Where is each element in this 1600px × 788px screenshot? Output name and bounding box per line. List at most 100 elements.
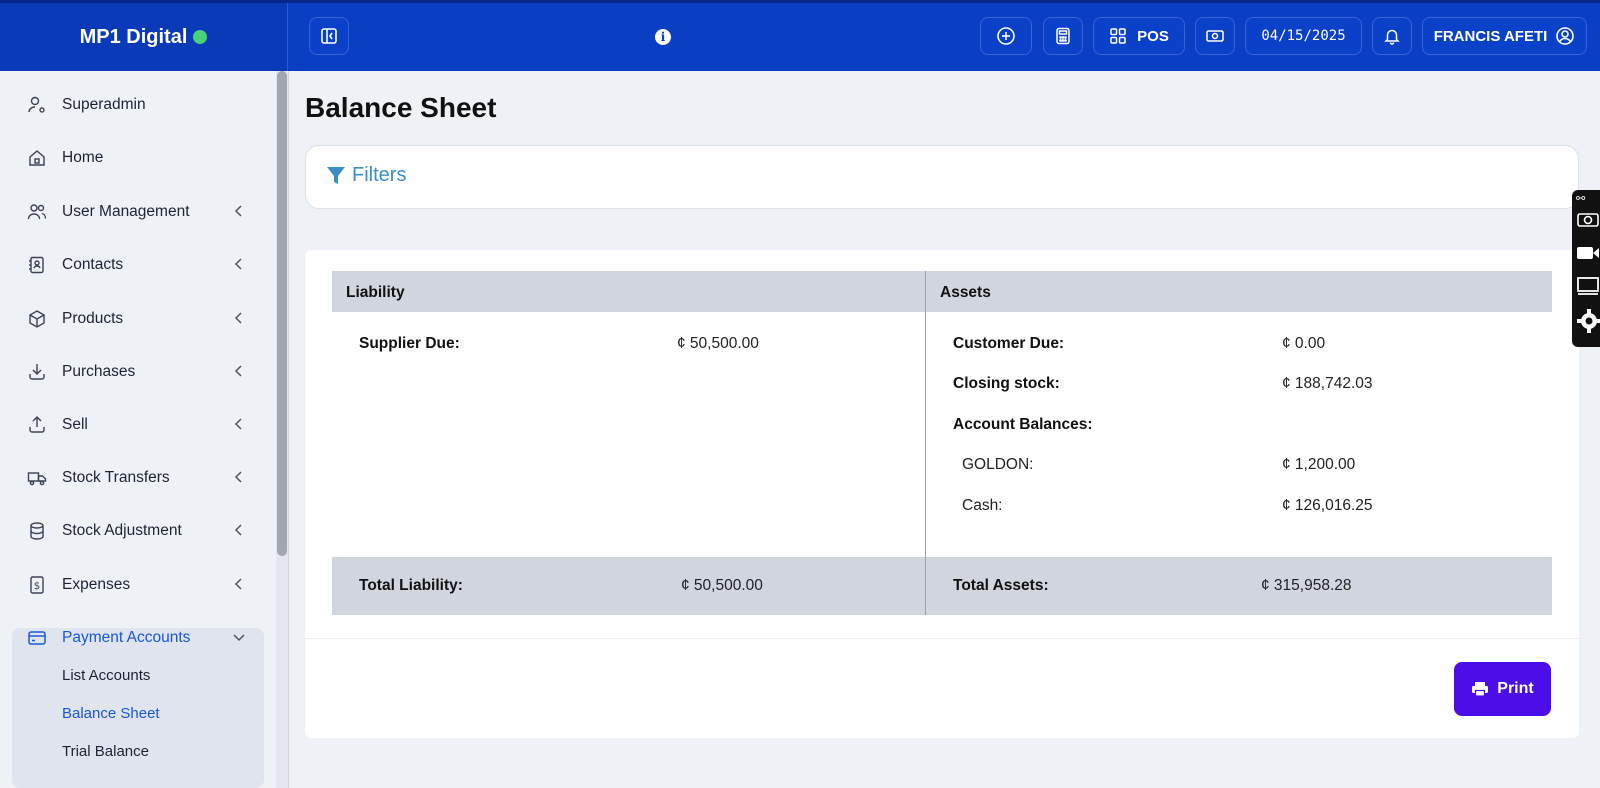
add-button[interactable] xyxy=(980,17,1032,55)
customer-due-value: ¢ 0.00 xyxy=(1282,335,1326,352)
user-name: FRANCIS AFETI xyxy=(1433,27,1548,45)
truck-icon xyxy=(26,467,48,489)
chevron-left-icon xyxy=(234,258,242,270)
gear-icon[interactable] xyxy=(1576,308,1600,339)
floating-toolbar: ⚯ xyxy=(1572,190,1600,347)
filters-label: Filters xyxy=(352,164,407,186)
table-header: Liability Assets xyxy=(332,271,1552,312)
chevron-left-icon xyxy=(234,524,242,536)
sidebar-item-purchases[interactable]: Purchases xyxy=(0,352,276,392)
sidebar-item-label: Stock Adjustment xyxy=(62,522,182,539)
brand-logo[interactable]: MP1 Digital xyxy=(0,3,288,71)
sidebar-divider xyxy=(288,71,289,788)
table-footer: Total Liability: ¢ 50,500.00 Total Asset… xyxy=(332,557,1552,615)
user-menu-button[interactable]: FRANCIS AFETI xyxy=(1422,17,1587,55)
sidebar-item-stock-adjustment[interactable]: Stock Adjustment xyxy=(0,511,276,551)
camera-icon[interactable] xyxy=(1576,210,1600,233)
account-value: ¢ 1,200.00 xyxy=(1282,456,1356,473)
sidebar-subitem-balance-sheet[interactable]: Balance Sheet xyxy=(62,705,160,722)
print-label: Print xyxy=(1497,680,1534,697)
sidebar-item-label: Sell xyxy=(62,416,88,433)
closing-stock-value: ¢ 188,742.03 xyxy=(1282,375,1373,392)
online-status-dot xyxy=(193,30,208,44)
chevron-left-icon xyxy=(234,578,242,590)
pos-label: POS xyxy=(1137,27,1169,45)
calculator-button[interactable] xyxy=(1043,17,1083,55)
liability-header: Liability xyxy=(346,284,405,301)
sidebar-item-label: User Management xyxy=(62,203,190,220)
account-name: Cash: xyxy=(962,497,1003,514)
account-name: GOLDON: xyxy=(962,456,1034,473)
sidebar-item-expenses[interactable]: $ Expenses xyxy=(0,565,276,605)
sidebar-item-label: Home xyxy=(62,149,104,166)
column-divider xyxy=(925,271,926,615)
sidebar-scrollbar[interactable] xyxy=(276,71,288,788)
total-assets-value: ¢ 315,958.28 xyxy=(1261,577,1352,594)
calculator-icon xyxy=(1056,27,1070,45)
credit-card-icon xyxy=(26,627,48,649)
chevron-down-icon xyxy=(233,634,245,642)
grid-icon xyxy=(1110,28,1126,44)
sidebar-subitem-list-accounts[interactable]: List Accounts xyxy=(62,667,150,684)
filters-panel[interactable]: Filters xyxy=(305,145,1579,209)
dollar-file-icon: $ xyxy=(26,574,48,596)
sidebar-item-label: Purchases xyxy=(62,363,136,380)
sidebar-item-contacts[interactable]: Contacts xyxy=(0,245,276,285)
video-icon[interactable] xyxy=(1576,244,1600,267)
sidebar-item-label: Payment Accounts xyxy=(62,629,191,646)
sidebar-item-label: Expenses xyxy=(62,576,131,593)
account-value: ¢ 126,016.25 xyxy=(1282,497,1373,514)
sidebar-item-sell[interactable]: Sell xyxy=(0,405,276,445)
total-assets-label: Total Assets: xyxy=(953,577,1049,594)
sidebar-item-user-management[interactable]: User Management xyxy=(0,192,276,232)
money-icon xyxy=(1206,30,1224,42)
sidebar-toggle-button[interactable] xyxy=(309,17,349,55)
chevron-left-icon xyxy=(234,205,242,217)
sidebar-item-label: Contacts xyxy=(62,256,124,273)
box-icon xyxy=(26,308,48,330)
sidebar-subitem-trial-balance[interactable]: Trial Balance xyxy=(62,743,149,760)
sidebar-item-stock-transfers[interactable]: Stock Transfers xyxy=(0,458,276,498)
cash-register-button[interactable] xyxy=(1195,17,1235,55)
current-date: 04/15/2025 xyxy=(1261,28,1346,44)
address-book-icon xyxy=(26,254,48,276)
sidebar-item-label: Products xyxy=(62,310,124,327)
screen-icon[interactable] xyxy=(1576,276,1600,301)
balance-sheet-card: Liability Assets Supplier Due: ¢ 50,500.… xyxy=(305,250,1579,738)
link-icon[interactable]: ⚯ xyxy=(1576,192,1585,205)
sidebar-item-label: Stock Transfers xyxy=(62,469,170,486)
pos-button[interactable]: POS xyxy=(1093,17,1185,55)
total-liability-value: ¢ 50,500.00 xyxy=(681,577,763,594)
chevron-left-icon xyxy=(234,312,242,324)
supplier-due-value: ¢ 50,500.00 xyxy=(677,335,759,352)
user-cog-icon xyxy=(26,94,48,116)
chevron-left-icon xyxy=(234,471,242,483)
plus-circle-icon xyxy=(997,27,1015,45)
info-icon[interactable]: i xyxy=(655,29,671,45)
date-display: 04/15/2025 xyxy=(1245,17,1362,55)
database-icon xyxy=(26,520,48,542)
sidebar-item-payment-accounts[interactable]: Payment Accounts xyxy=(0,618,276,658)
customer-due-label: Customer Due: xyxy=(953,335,1065,352)
notifications-button[interactable] xyxy=(1372,17,1412,55)
user-circle-icon xyxy=(1556,27,1575,45)
chevron-left-icon xyxy=(234,418,242,430)
users-icon xyxy=(26,201,48,223)
print-button[interactable]: Print xyxy=(1454,662,1551,716)
sidebar-item-label: Superadmin xyxy=(62,96,146,113)
printer-icon xyxy=(1472,682,1489,697)
closing-stock-label: Closing stock: xyxy=(953,375,1060,392)
top-bar: MP1 Digital i POS 04/15/2025 FRANCIS AFE… xyxy=(0,0,1600,71)
total-liability-label: Total Liability: xyxy=(359,577,463,594)
scrollbar-thumb[interactable] xyxy=(277,71,287,556)
home-icon xyxy=(26,147,48,169)
account-balances-label: Account Balances: xyxy=(953,416,1093,433)
svg-text:$: $ xyxy=(34,581,40,592)
sidebar: Superadmin Home User Management Contacts… xyxy=(0,71,276,788)
card-separator xyxy=(305,638,1579,639)
chevron-left-icon xyxy=(234,365,242,377)
sidebar-item-products[interactable]: Products xyxy=(0,299,276,339)
sidebar-item-superadmin[interactable]: Superadmin xyxy=(0,85,276,125)
filters-toggle[interactable]: Filters xyxy=(326,164,406,187)
sidebar-item-home[interactable]: Home xyxy=(0,138,276,178)
